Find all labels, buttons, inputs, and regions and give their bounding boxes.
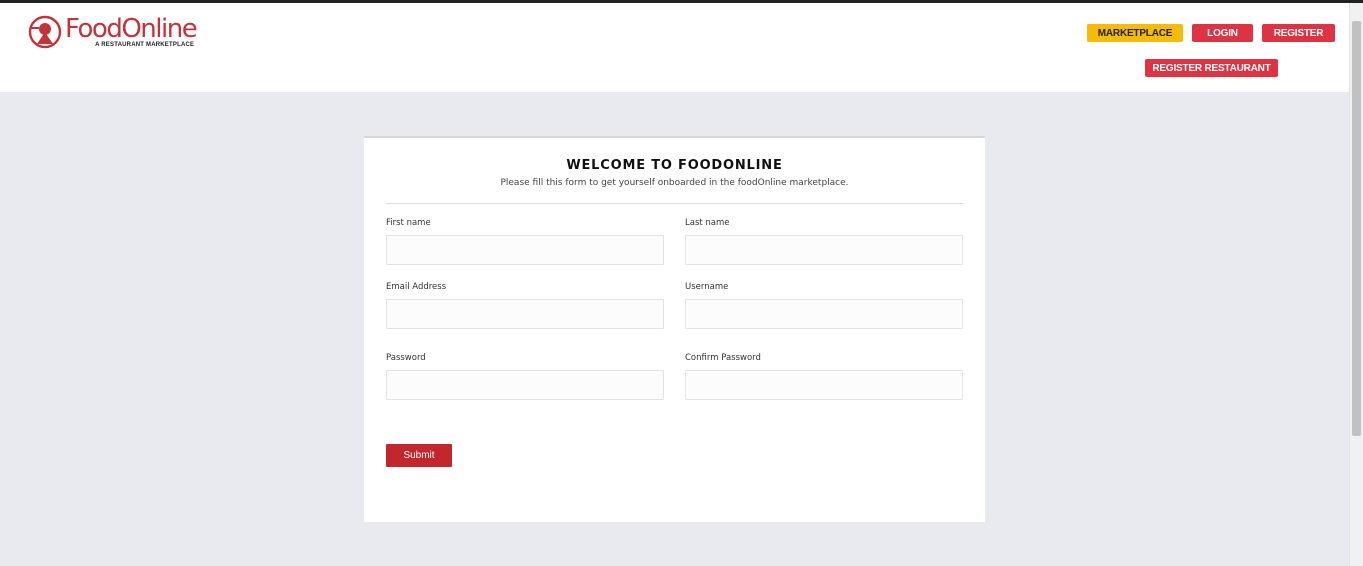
site-header: FoodOnline A RESTAURANT MARKETPLACE MARK…	[0, 3, 1349, 92]
first-name-label: First name	[386, 218, 431, 228]
email-label: Email Address	[386, 282, 447, 292]
marketplace-button[interactable]: MARKETPLACE	[1087, 24, 1183, 42]
brand-tagline: A RESTAURANT MARKETPLACE	[95, 42, 195, 48]
last-name-label: Last name	[685, 218, 730, 228]
confirm-password-label: Confirm Password	[685, 353, 761, 363]
brand-logo[interactable]: FoodOnline A RESTAURANT MARKETPLACE	[27, 14, 198, 54]
confirm-password-field[interactable]	[685, 370, 963, 400]
login-button[interactable]: LOGIN	[1192, 24, 1253, 42]
password-field[interactable]	[386, 370, 664, 400]
form-divider	[386, 203, 963, 204]
scrollbar-thumb[interactable]	[1352, 21, 1361, 436]
page-scrollbar[interactable]	[1349, 3, 1363, 566]
chef-plate-icon	[28, 15, 62, 49]
password-label: Password	[386, 353, 426, 363]
username-label: Username	[685, 282, 729, 292]
form-title: WELCOME TO FOODONLINE	[566, 158, 783, 173]
username-field[interactable]	[685, 299, 963, 329]
registration-card: WELCOME TO FOODONLINE Please fill this f…	[364, 136, 985, 522]
submit-button[interactable]: Submit	[386, 444, 452, 467]
register-restaurant-button[interactable]: REGISTER RESTAURANT	[1145, 59, 1278, 77]
first-name-field[interactable]	[386, 235, 664, 265]
last-name-field[interactable]	[685, 235, 963, 265]
register-button[interactable]: REGISTER	[1262, 24, 1335, 42]
email-field[interactable]	[386, 299, 664, 329]
brand-name: FoodOnline	[65, 14, 198, 44]
form-subtitle: Please fill this form to get yourself on…	[500, 178, 849, 188]
